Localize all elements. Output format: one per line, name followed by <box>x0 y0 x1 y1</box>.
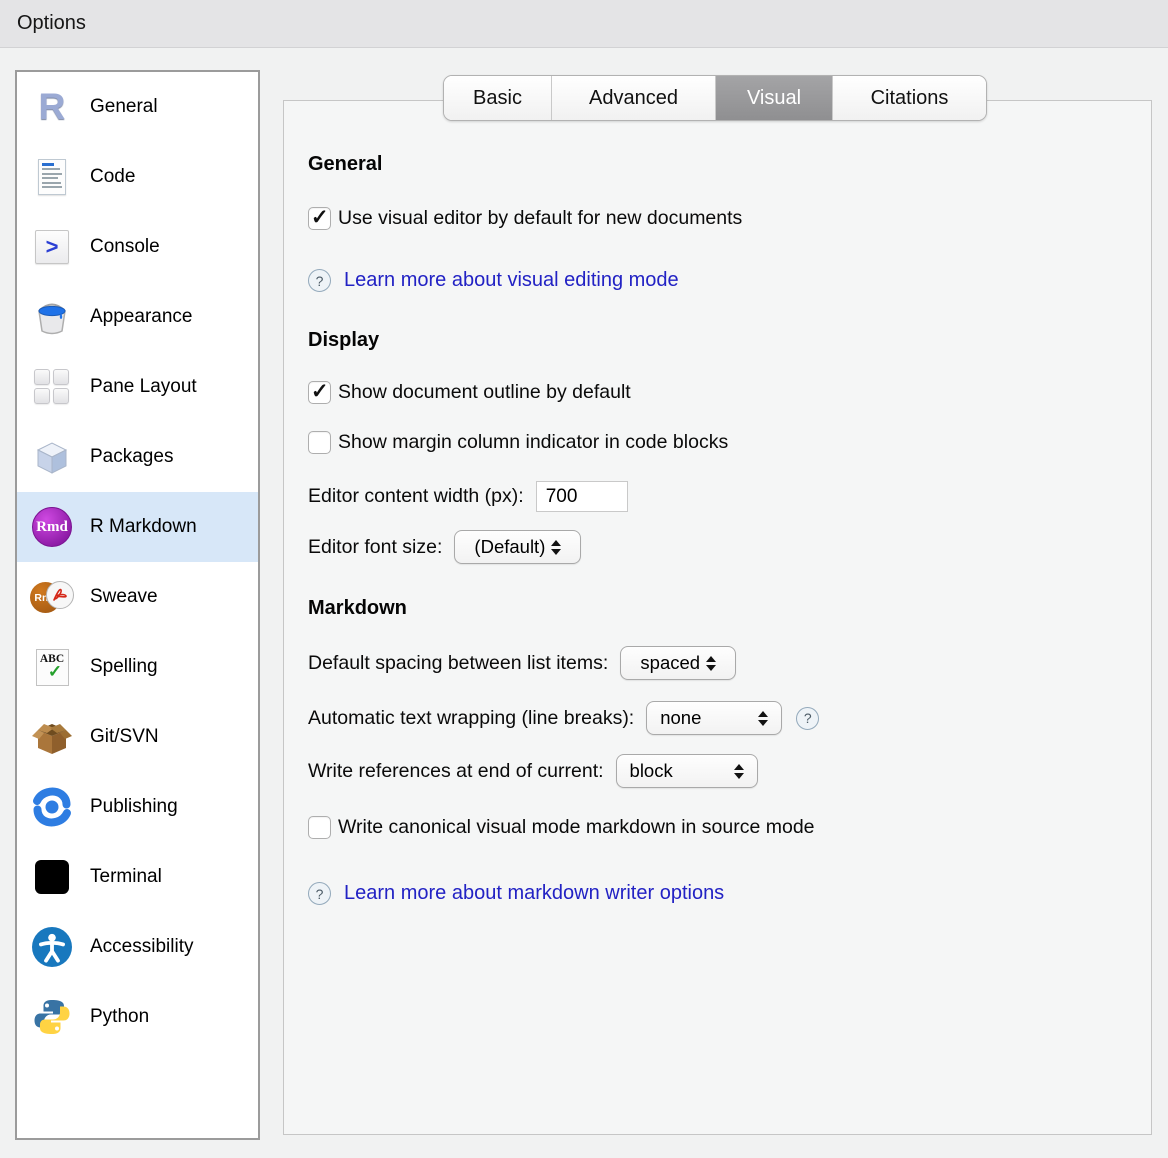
rmarkdown-icon: Rmd <box>30 505 74 549</box>
terminal-icon <box>30 855 74 899</box>
field-label: Write references at end of current: <box>308 760 604 783</box>
references-row: Write references at end of current: bloc… <box>308 754 758 788</box>
tab-visual[interactable]: Visual <box>715 76 832 120</box>
window-titlebar: Options <box>0 0 1168 48</box>
r-logo-icon: R <box>30 85 74 129</box>
python-icon <box>30 995 74 1039</box>
text-wrapping-select[interactable]: none <box>646 701 782 735</box>
sidebar-item-general[interactable]: R General <box>17 72 258 142</box>
sidebar-item-label: Python <box>90 1006 149 1028</box>
package-box-icon <box>30 435 74 479</box>
accessibility-icon <box>30 925 74 969</box>
console-icon: > <box>30 225 74 269</box>
text-wrapping-row: Automatic text wrapping (line breaks): n… <box>308 701 819 735</box>
sidebar-item-label: Sweave <box>90 586 158 608</box>
sidebar-item-label: Appearance <box>90 306 192 328</box>
learn-more-visual-editing-link[interactable]: Learn more about visual editing mode <box>344 269 679 292</box>
spelling-icon: ABC ✓ <box>30 645 74 689</box>
checkbox-row-use-visual-editor: Use visual editor by default for new doc… <box>308 207 742 230</box>
pane-layout-icon <box>30 365 74 409</box>
sidebar-item-label: Accessibility <box>90 936 193 958</box>
options-category-sidebar: R General Code > Console Appearance P <box>15 70 260 1140</box>
options-content-panel: General Use visual editor by default for… <box>283 100 1152 1135</box>
git-svn-box-icon <box>30 715 74 759</box>
publishing-icon <box>30 785 74 829</box>
sweave-icon: Rnw <box>30 575 74 619</box>
list-spacing-row: Default spacing between list items: spac… <box>308 646 736 680</box>
field-label: Editor content width (px): <box>308 485 524 508</box>
stepper-arrows-icon <box>551 540 561 555</box>
sidebar-item-label: General <box>90 96 158 118</box>
checkbox-row-show-outline: Show document outline by default <box>308 381 631 404</box>
stepper-arrows-icon <box>734 764 744 779</box>
help-row-visual-editing: ? Learn more about visual editing mode <box>308 269 679 292</box>
sidebar-item-label: Pane Layout <box>90 376 197 398</box>
learn-more-markdown-writer-link[interactable]: Learn more about markdown writer options <box>344 882 724 905</box>
sidebar-item-r-markdown[interactable]: Rmd R Markdown <box>17 492 258 562</box>
settings-tabbar: Basic Advanced Visual Citations <box>443 75 987 121</box>
tab-advanced[interactable]: Advanced <box>551 76 715 120</box>
selected-value: (Default) <box>474 536 545 558</box>
selected-value: spaced <box>640 652 700 674</box>
section-heading-display: Display <box>308 329 379 352</box>
sidebar-item-label: Publishing <box>90 796 178 818</box>
field-label: Editor font size: <box>308 536 442 559</box>
section-heading-general: General <box>308 153 382 176</box>
tab-citations[interactable]: Citations <box>832 76 986 120</box>
checkbox-label: Use visual editor by default for new doc… <box>338 207 742 230</box>
sidebar-item-appearance[interactable]: Appearance <box>17 282 258 352</box>
section-heading-markdown: Markdown <box>308 597 407 620</box>
show-margin-checkbox[interactable] <box>308 431 331 454</box>
canonical-markdown-checkbox[interactable] <box>308 816 331 839</box>
sidebar-item-label: Packages <box>90 446 173 468</box>
selected-value: block <box>630 760 673 782</box>
sidebar-item-label: Spelling <box>90 656 158 678</box>
checkbox-label: Write canonical visual mode markdown in … <box>338 816 815 839</box>
paint-bucket-icon <box>30 295 74 339</box>
sidebar-item-git-svn[interactable]: Git/SVN <box>17 702 258 772</box>
sidebar-item-label: Code <box>90 166 135 188</box>
references-select[interactable]: block <box>616 754 758 788</box>
pdf-icon <box>46 581 74 609</box>
help-icon[interactable]: ? <box>796 707 819 730</box>
stepper-arrows-icon <box>758 711 768 726</box>
sidebar-item-publishing[interactable]: Publishing <box>17 772 258 842</box>
sidebar-item-packages[interactable]: Packages <box>17 422 258 492</box>
editor-font-size-select[interactable]: (Default) <box>454 530 581 564</box>
sidebar-item-sweave[interactable]: Rnw Sweave <box>17 562 258 632</box>
sidebar-item-label: Git/SVN <box>90 726 159 748</box>
list-spacing-select[interactable]: spaced <box>620 646 736 680</box>
editor-content-width-row: Editor content width (px): <box>308 481 628 512</box>
sidebar-item-spelling[interactable]: ABC ✓ Spelling <box>17 632 258 702</box>
help-icon[interactable]: ? <box>308 882 331 905</box>
sidebar-item-python[interactable]: Python <box>17 982 258 1052</box>
selected-value: none <box>660 707 701 729</box>
code-document-icon <box>30 155 74 199</box>
sidebar-item-console[interactable]: > Console <box>17 212 258 282</box>
checkbox-row-canonical-markdown: Write canonical visual mode markdown in … <box>308 816 815 839</box>
use-visual-editor-checkbox[interactable] <box>308 207 331 230</box>
sidebar-item-code[interactable]: Code <box>17 142 258 212</box>
checkbox-label: Show document outline by default <box>338 381 631 404</box>
help-icon[interactable]: ? <box>308 269 331 292</box>
field-label: Default spacing between list items: <box>308 652 608 675</box>
help-row-markdown-writer: ? Learn more about markdown writer optio… <box>308 882 724 905</box>
sidebar-item-label: Console <box>90 236 160 258</box>
tab-basic[interactable]: Basic <box>444 76 551 120</box>
sidebar-item-terminal[interactable]: Terminal <box>17 842 258 912</box>
window-title: Options <box>17 12 86 35</box>
stepper-arrows-icon <box>706 656 716 671</box>
sidebar-item-accessibility[interactable]: Accessibility <box>17 912 258 982</box>
editor-font-size-row: Editor font size: (Default) <box>308 530 581 564</box>
show-outline-checkbox[interactable] <box>308 381 331 404</box>
sidebar-item-pane-layout[interactable]: Pane Layout <box>17 352 258 422</box>
sidebar-item-label: Terminal <box>90 866 162 888</box>
sidebar-item-label: R Markdown <box>90 516 197 538</box>
checkbox-row-show-margin: Show margin column indicator in code blo… <box>308 431 728 454</box>
field-label: Automatic text wrapping (line breaks): <box>308 707 634 730</box>
checkbox-label: Show margin column indicator in code blo… <box>338 431 728 454</box>
editor-content-width-input[interactable] <box>536 481 628 512</box>
